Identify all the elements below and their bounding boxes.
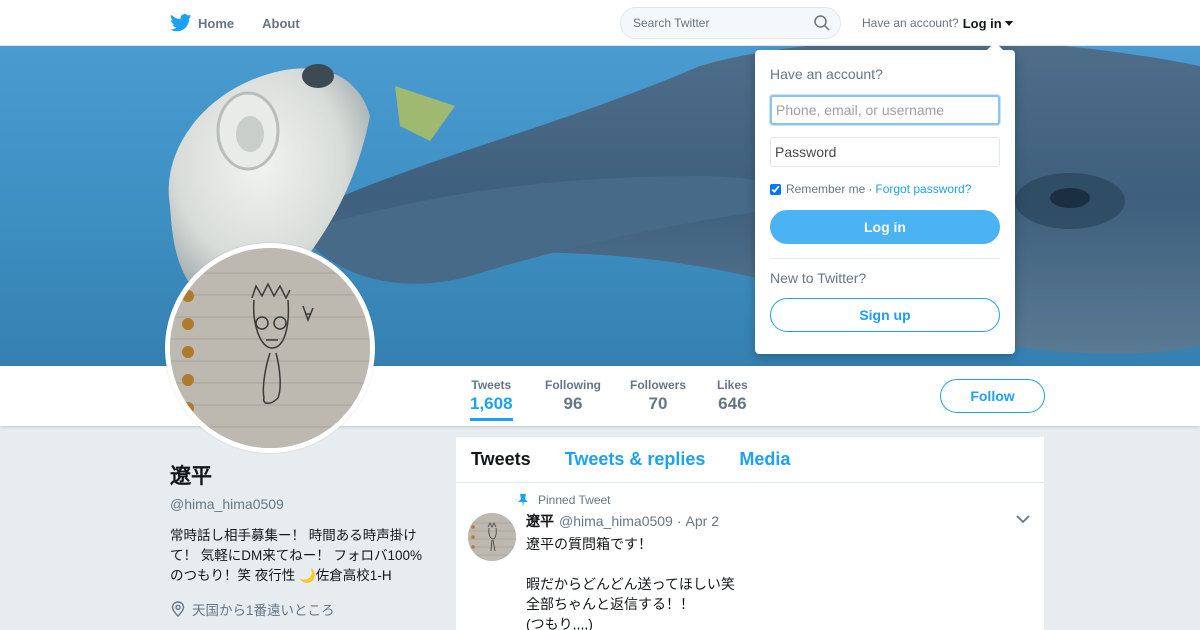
nav-about[interactable]: About <box>262 16 300 31</box>
stat-following-value: 96 <box>563 394 583 413</box>
profile-location-text: 天国から1番遠いところ <box>192 603 335 618</box>
search-icon[interactable] <box>814 15 830 31</box>
stat-likes-label: Likes <box>717 378 748 392</box>
timeline: Tweets Tweets & replies Media Pinned Twe… <box>456 437 1044 630</box>
tweet-date[interactable]: Apr 2 <box>686 513 719 529</box>
account-area: Have an account? Log in <box>862 0 1013 46</box>
nav-home[interactable]: Home <box>170 14 234 32</box>
tweet-dot: · <box>676 513 682 529</box>
timeline-tabs: Tweets Tweets & replies Media <box>456 437 1044 483</box>
stat-likes[interactable]: Likes 646 <box>717 378 748 414</box>
stat-following[interactable]: Following 96 <box>545 378 601 414</box>
top-navigation: Home About Have an account? Log in <box>0 0 1200 46</box>
profile-location: 天国から1番遠いところ <box>170 599 435 619</box>
forgot-password-link[interactable]: Forgot password? <box>875 182 971 196</box>
dropdown-title: Have an account? <box>770 66 883 82</box>
profile-bio: 常時話し相手募集ー！ 時間ある時声掛けて！ 気軽にDM来てねー！ フォロバ100… <box>170 528 423 583</box>
tweet-text: 遼平の質問箱です！ 暇だからどんどん送ってほしい笑 全部ちゃんと返信する！！ (… <box>526 534 1029 630</box>
tweet-line: 遼平の質問箱です！ <box>526 536 652 552</box>
tweet-author-handle[interactable]: @hima_hima0509 <box>559 513 673 529</box>
twitter-bird-icon <box>170 14 192 32</box>
profile-name[interactable]: 遼平 <box>170 460 435 490</box>
stat-tweets-value: 1,608 <box>470 394 513 413</box>
nav-left: Home About <box>170 0 328 46</box>
pinned-indicator: Pinned Tweet <box>518 493 1029 507</box>
tweet-body: 遼平 @hima_hima0509 · Apr 2 遼平の質問箱です！ 暇だから… <box>526 511 1029 630</box>
login-dropdown-toggle[interactable]: Log in <box>963 16 1013 31</box>
follow-button[interactable]: Follow <box>940 379 1045 413</box>
new-to-twitter-text: New to Twitter? <box>770 270 867 286</box>
login-button[interactable]: Log in <box>770 210 1000 244</box>
tweet-line: 暇だからどんどん送ってほしい笑 <box>526 576 735 592</box>
location-icon <box>171 601 185 617</box>
password-input[interactable] <box>770 137 1000 167</box>
login-toggle-label: Log in <box>962 15 1002 31</box>
pinned-label: Pinned Tweet <box>538 493 611 507</box>
caret-down-icon <box>1004 20 1013 26</box>
dropdown-arrow <box>987 42 1003 50</box>
stat-tweets-label: Tweets <box>471 378 512 392</box>
login-dropdown: Have an account? Remember me · Forgot pa… <box>755 42 1015 354</box>
avatar[interactable] <box>165 243 375 453</box>
chevron-down-icon[interactable] <box>1016 511 1030 529</box>
stat-followers[interactable]: Followers 70 <box>630 378 686 414</box>
tweet-line: 全部ちゃんと返信する！！ <box>526 596 694 612</box>
username-input[interactable] <box>770 95 1000 125</box>
search-box <box>620 7 841 39</box>
stat-tweets[interactable]: Tweets 1,608 <box>470 378 513 421</box>
tweet-header: 遼平 @hima_hima0509 · Apr 2 <box>526 511 1029 531</box>
tweet-avatar[interactable] <box>468 513 516 561</box>
profile-card: 遼平 @hima_hima0509 常時話し相手募集ー！ 時間ある時声掛けて！ … <box>170 460 435 619</box>
pinned-tweet[interactable]: Pinned Tweet 遼平 @hima_hima0509 · Apr 2 遼… <box>456 483 1044 630</box>
remember-label[interactable]: Remember me <box>786 182 865 196</box>
tab-media[interactable]: Media <box>739 449 790 470</box>
stat-followers-value: 70 <box>648 394 668 413</box>
remember-separator: · <box>868 182 873 196</box>
remember-checkbox[interactable] <box>770 183 781 195</box>
tweet-line: (つもり,,,,) <box>526 616 593 630</box>
tweet-line <box>526 554 1029 574</box>
stat-likes-value: 646 <box>718 394 747 413</box>
search-input[interactable] <box>633 16 803 30</box>
signup-button[interactable]: Sign up <box>770 298 1000 332</box>
tab-tweets-replies[interactable]: Tweets & replies <box>565 449 706 470</box>
tweet-author-name[interactable]: 遼平 <box>526 511 554 531</box>
profile-handle[interactable]: @hima_hima0509 <box>170 496 435 512</box>
pin-icon <box>518 493 528 507</box>
dropdown-divider <box>770 258 1000 259</box>
stat-followers-label: Followers <box>630 378 687 392</box>
nav-home-label: Home <box>198 15 235 31</box>
have-account-text: Have an account? <box>862 16 959 30</box>
nav-about-label: About <box>262 15 300 31</box>
remember-row: Remember me · Forgot password? <box>770 182 1000 196</box>
tab-tweets[interactable]: Tweets <box>471 449 531 470</box>
avatar-image <box>170 248 370 448</box>
stat-following-label: Following <box>545 378 601 392</box>
